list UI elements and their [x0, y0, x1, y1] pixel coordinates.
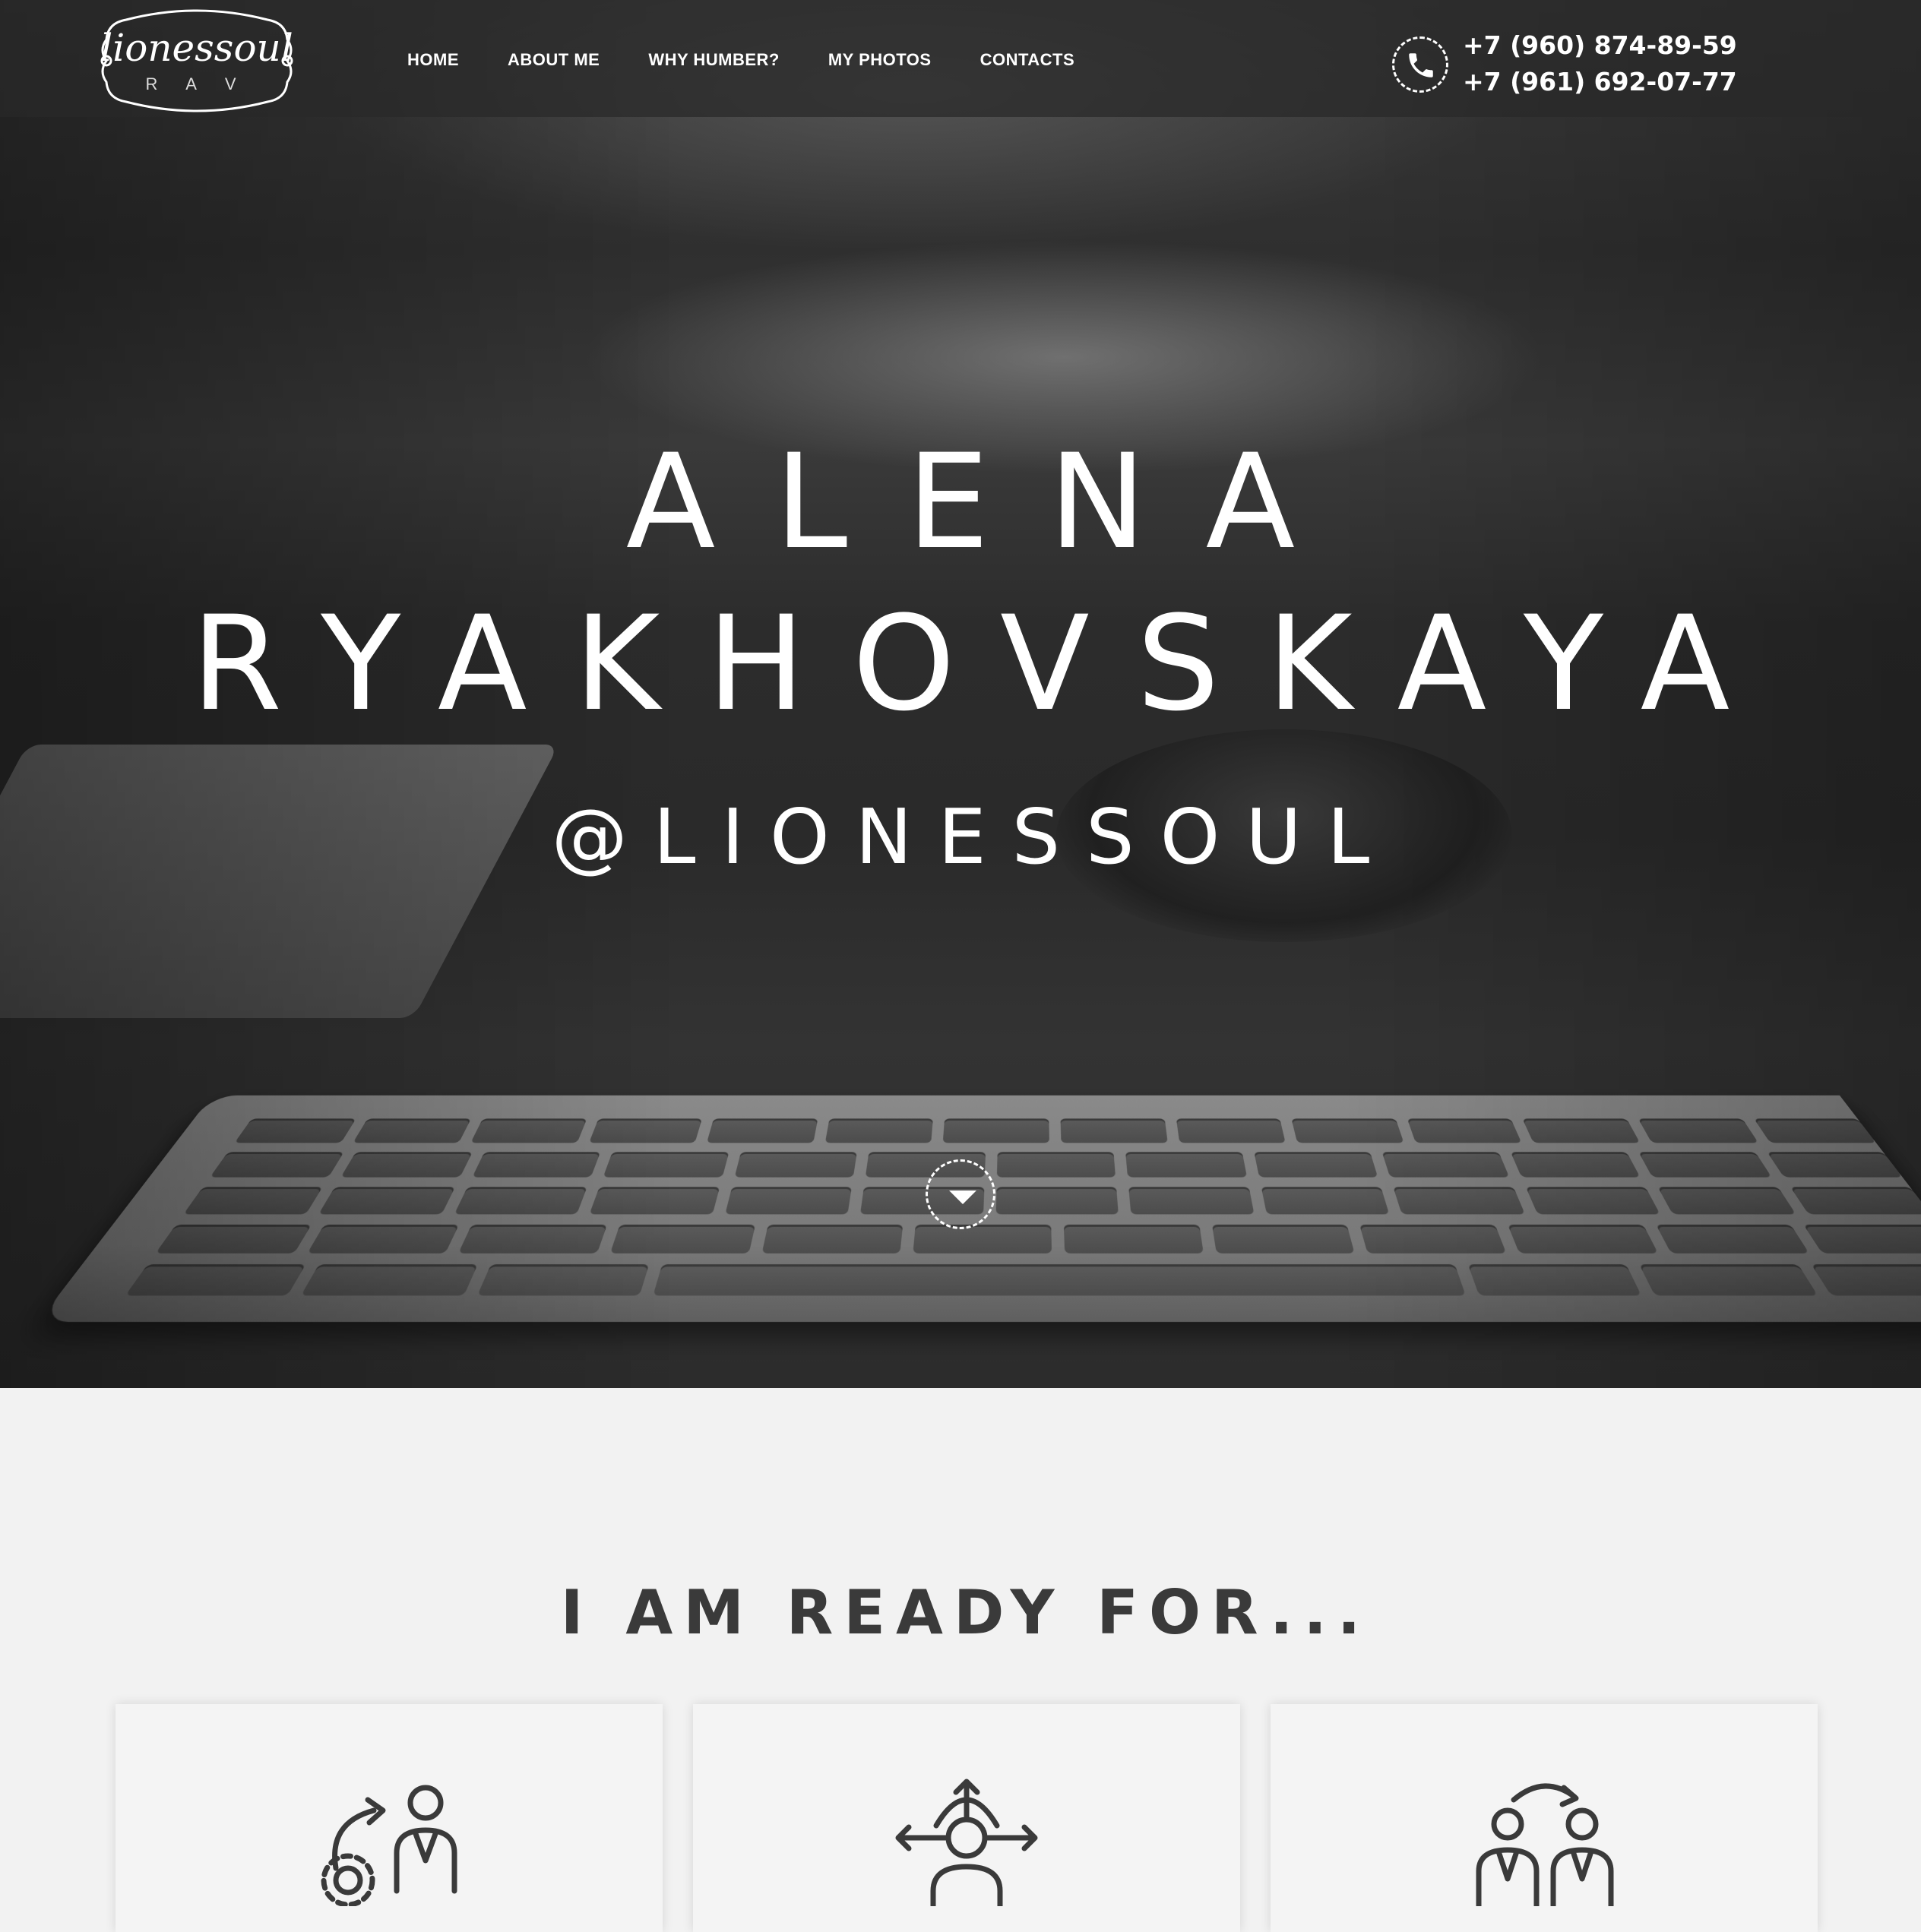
- nav-item-about-me[interactable]: ABOUT ME: [508, 50, 600, 70]
- hero-section: ALENA RYAKHOVSKAYA @LIONESSOUL: [0, 0, 1921, 1388]
- service-card[interactable]: [116, 1704, 663, 1932]
- logo-sub-text: R A V: [145, 74, 248, 93]
- main-nav: HOME ABOUT ME WHY HUMBER? MY PHOTOS CONT…: [407, 50, 1074, 70]
- phone-number-2[interactable]: +7 (961) 692-07-77: [1463, 64, 1737, 100]
- person-with-arrows-icon: [891, 1777, 1043, 1909]
- nav-item-home[interactable]: HOME: [407, 50, 459, 70]
- hero-handle: @LIONESSOUL: [551, 792, 1396, 881]
- phone-number-1[interactable]: +7 (960) 874-89-59: [1463, 27, 1737, 64]
- service-cards: [116, 1704, 1818, 1932]
- logo[interactable]: lionessoul R A V: [96, 6, 298, 115]
- hero-last-name: RYAKHOVSKAYA: [191, 587, 1777, 740]
- nav-item-why-humber[interactable]: WHY HUMBER?: [648, 50, 780, 70]
- phone-numbers: +7 (960) 874-89-59 +7 (961) 692-07-77: [1463, 27, 1737, 100]
- scroll-down-button[interactable]: [926, 1159, 995, 1229]
- nav-item-contacts[interactable]: CONTACTS: [980, 50, 1075, 70]
- phone-icon: [1392, 36, 1448, 93]
- logo-script-text: lionessoul: [100, 26, 293, 70]
- service-card[interactable]: [1271, 1704, 1818, 1932]
- nav-item-my-photos[interactable]: MY PHOTOS: [828, 50, 932, 70]
- top-navigation-bar: lionessoul R A V HOME ABOUT ME WHY HUMBE…: [0, 0, 1921, 117]
- section-title: I AM READY FOR...: [560, 1577, 1372, 1649]
- service-card[interactable]: [693, 1704, 1240, 1932]
- hero-first-name: ALENA: [625, 425, 1355, 578]
- person-with-gear-cycle-icon: [313, 1777, 465, 1908]
- two-people-exchange-icon: [1468, 1777, 1620, 1909]
